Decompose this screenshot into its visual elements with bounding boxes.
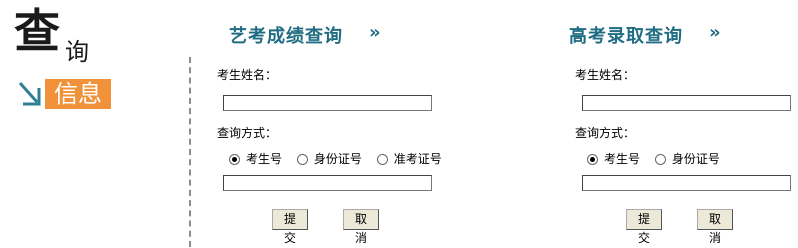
radio-icon[interactable] (654, 154, 666, 165)
art-exam-method-radios: 考生号 身份证号 准考证号 (229, 150, 453, 166)
art-exam-option-candidate-no[interactable]: 考生号 (229, 150, 282, 167)
art-exam-cancel-button[interactable]: 取消 (343, 209, 379, 245)
art-exam-name-label: 考生姓名： (217, 68, 278, 82)
chevron-right-icon: » (369, 22, 381, 43)
section-divider (189, 57, 191, 247)
art-exam-name-input[interactable] (223, 95, 432, 111)
admission-cancel-button[interactable]: 取消 (697, 209, 733, 245)
radio-icon[interactable] (296, 154, 308, 165)
art-exam-option-id-card[interactable]: 身份证号 (296, 150, 362, 167)
admission-option-candidate-no[interactable]: 考生号 (587, 150, 640, 167)
art-exam-submit-button[interactable]: 提交 (272, 209, 308, 245)
logo-sub-char: 询 (65, 38, 89, 66)
radio-selected-icon[interactable] (587, 154, 598, 165)
admission-id-input[interactable] (582, 175, 791, 191)
arrow-down-right-icon (18, 81, 41, 106)
art-exam-method-label: 查询方式： (217, 126, 278, 140)
admission-option-id-card[interactable]: 身份证号 (654, 150, 720, 167)
admission-name-label: 考生姓名： (575, 68, 636, 82)
admission-title: 高考录取查询 (569, 26, 683, 47)
admission-submit-button[interactable]: 提交 (626, 209, 662, 245)
art-exam-title: 艺考成绩查询 (229, 26, 343, 47)
art-exam-id-input[interactable] (223, 175, 432, 191)
logo-main-char: 查 (14, 4, 60, 58)
chevron-right-icon: » (709, 22, 721, 43)
art-exam-option-admission-ticket[interactable]: 准考证号 (376, 150, 442, 167)
query-info-logo: 查 询 信息 (0, 0, 170, 120)
radio-selected-icon[interactable] (229, 154, 240, 165)
admission-name-input[interactable] (582, 95, 791, 111)
admission-method-label: 查询方式： (575, 126, 636, 140)
radio-icon[interactable] (376, 154, 388, 165)
logo-boxed-text: 信息 (45, 79, 111, 109)
admission-method-radios: 考生号 身份证号 (587, 150, 731, 166)
